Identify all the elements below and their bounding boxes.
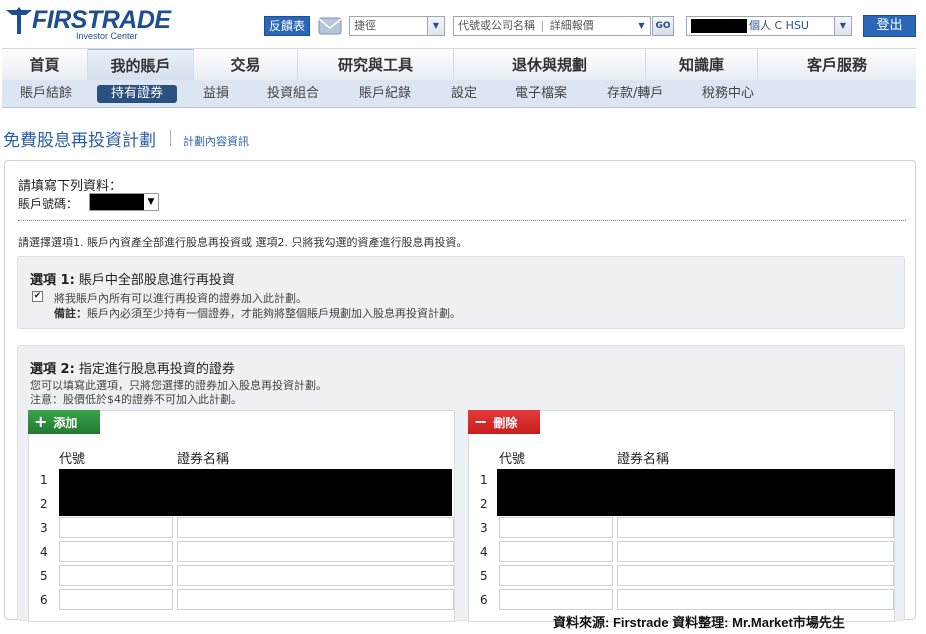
- row-number: 3: [480, 521, 488, 535]
- row-number: 1: [40, 473, 48, 487]
- source-credit: 資料來源: Firstrade 資料整理: Mr.Market市場先生: [553, 615, 845, 630]
- top-bar: FIRSTRADE Investor Center 反饋表 捷徑 ▼ 代號或公司…: [0, 0, 926, 46]
- redacted-rows: [59, 469, 452, 516]
- column-header-name: 證券名稱: [617, 452, 670, 467]
- security-name-input[interactable]: [617, 589, 894, 610]
- form-heading: 請填寫下列資料：: [18, 179, 123, 194]
- account-number-label: 賬戶號碼：: [18, 197, 79, 211]
- firstrade-logo[interactable]: FIRSTRADE Investor Center: [4, 4, 171, 42]
- tab-home[interactable]: 首頁: [2, 49, 88, 81]
- title-divider: [170, 130, 171, 146]
- security-name-input[interactable]: [177, 565, 454, 586]
- option-1-section: 選項 1: 賬戶中全部股息進行再投資 ✔ 將我賬戶內所有可以進行再投資的證券加入…: [17, 256, 905, 329]
- tab-knowledge-base[interactable]: 知識庫: [646, 49, 758, 81]
- detail-quote-label: 詳細報價: [549, 19, 594, 32]
- row-number: 6: [40, 593, 48, 607]
- symbol-input[interactable]: [59, 589, 173, 610]
- row-number: 6: [480, 593, 488, 607]
- main-nav: 首頁 我的賬戶 交易 研究與工具 退休與規劃 知識庫 客戶服務: [2, 48, 916, 81]
- dotted-divider: [18, 220, 906, 221]
- option-1-checkbox-label: 將我賬戶內所有可以進行再投資的證券加入此計劃。: [54, 292, 307, 305]
- account-number-select[interactable]: ▼: [89, 193, 159, 211]
- column-header-code: 代號: [59, 452, 86, 467]
- chevron-down-icon: ▼: [834, 17, 851, 35]
- subnav-settings[interactable]: 設定: [451, 85, 477, 103]
- symbol-search-input[interactable]: 代號或公司名稱 | 詳細報價 ▼: [453, 16, 651, 36]
- column-header-name: 證券名稱: [177, 452, 230, 467]
- tab-my-account[interactable]: 我的賬戶: [88, 49, 194, 81]
- option-instruction: 請選擇選項1. 賬戶內資產全部進行股息再投資或 選項2. 只將我勾選的資產進行股…: [18, 236, 468, 249]
- option-1-note: 備註：賬戶內必須至少持有一個證券，才能夠將整個賬戶規劃加入股息再投資計劃。: [54, 307, 461, 320]
- subnav-documents[interactable]: 電子檔案: [515, 85, 567, 103]
- option-2-price-note: 注意：股價低於$4的證券不可加入此計劃。: [30, 393, 242, 406]
- symbol-input[interactable]: [499, 589, 613, 610]
- option-1-checkbox[interactable]: ✔: [32, 291, 43, 302]
- add-button[interactable]: + 添加: [28, 410, 100, 434]
- brand-subtitle: Investor Center: [76, 31, 138, 41]
- symbol-input[interactable]: [499, 565, 613, 586]
- minus-icon: −: [474, 412, 488, 431]
- subnav-positions[interactable]: 持有證券: [97, 85, 178, 103]
- security-name-input[interactable]: [177, 541, 454, 562]
- tab-research-tools[interactable]: 研究與工具: [298, 49, 454, 81]
- tab-trade[interactable]: 交易: [194, 49, 298, 81]
- symbol-input[interactable]: [499, 517, 613, 538]
- security-name-input[interactable]: [617, 517, 894, 538]
- chevron-down-icon: ▼: [633, 17, 650, 35]
- tab-customer-service[interactable]: 客戶服務: [758, 49, 916, 81]
- symbol-placeholder: 代號或公司名稱: [458, 19, 535, 32]
- subnav-account-history[interactable]: 賬戶紀錄: [359, 85, 411, 103]
- plan-info-link[interactable]: 計劃內容資訊: [183, 133, 249, 149]
- column-header-code: 代號: [499, 452, 526, 467]
- chevron-down-icon: ▼: [144, 194, 158, 210]
- feedback-button[interactable]: 反饋表: [264, 16, 310, 36]
- delete-button[interactable]: − 刪除: [468, 410, 540, 434]
- security-name-input[interactable]: [617, 541, 894, 562]
- subnav-balances[interactable]: 賬戶結餘: [20, 85, 72, 103]
- subnav-portfolio[interactable]: 投資組合: [267, 85, 319, 103]
- subnav-gain-loss[interactable]: 益損: [203, 85, 229, 103]
- row-number: 5: [480, 569, 488, 583]
- logout-button[interactable]: 登出: [863, 15, 916, 37]
- row-number: 4: [40, 545, 48, 559]
- go-button[interactable]: GO: [652, 16, 674, 36]
- tab-retirement-planning[interactable]: 退休與規劃: [454, 49, 646, 81]
- security-name-input[interactable]: [177, 517, 454, 538]
- quote-type-select[interactable]: 捷徑 ▼: [349, 16, 445, 36]
- symbol-input[interactable]: [59, 517, 173, 538]
- delete-securities-list: − 刪除 代號 證券名稱 1 2 3 4 5 6: [468, 410, 895, 622]
- symbol-input[interactable]: [59, 541, 173, 562]
- account-name: 個人 C HSU: [749, 19, 809, 32]
- option-2-title: 選項 2: 指定進行股息再投資的證券: [30, 362, 235, 377]
- symbol-input[interactable]: [59, 565, 173, 586]
- row-number: 2: [480, 497, 488, 511]
- row-number: 3: [40, 521, 48, 535]
- row-number: 1: [480, 473, 488, 487]
- account-select[interactable]: 個人 C HSU ▼: [686, 16, 852, 36]
- option-1-title: 選項 1: 賬戶中全部股息進行再投資: [30, 273, 235, 288]
- plus-icon: +: [34, 412, 48, 431]
- row-number: 4: [480, 545, 488, 559]
- add-securities-list: + 添加 代號 證券名稱 1 2 3 4 5 6: [28, 410, 455, 622]
- chevron-down-icon: ▼: [427, 17, 444, 35]
- torch-logo-icon: [6, 7, 32, 34]
- redacted-account-number: [691, 19, 747, 33]
- subnav-tax-center[interactable]: 稅務中心: [702, 85, 754, 103]
- option-2-section: 選項 2: 指定進行股息再投資的證券 您可以填寫此選項，只將您選擇的證券加入股息…: [17, 345, 905, 622]
- security-name-input[interactable]: [617, 565, 894, 586]
- redacted-rows: [497, 469, 895, 516]
- mail-icon[interactable]: [318, 15, 342, 37]
- row-number: 5: [40, 569, 48, 583]
- drip-form-panel: 請填寫下列資料： 賬戶號碼： ▼ 請選擇選項1. 賬戶內資產全部進行股息再投資或…: [4, 160, 916, 622]
- symbol-input[interactable]: [499, 541, 613, 562]
- page-title: 免費股息再投資計劃: [3, 131, 156, 151]
- sub-nav: 賬戶結餘 持有證券 益損 投資組合 賬戶紀錄 設定 電子檔案 存款/轉戶 稅務中…: [2, 80, 916, 108]
- quote-type-value: 捷徑: [354, 19, 376, 32]
- security-name-input[interactable]: [177, 589, 454, 610]
- subnav-deposit-transfer[interactable]: 存款/轉戶: [607, 85, 663, 103]
- row-number: 2: [40, 497, 48, 511]
